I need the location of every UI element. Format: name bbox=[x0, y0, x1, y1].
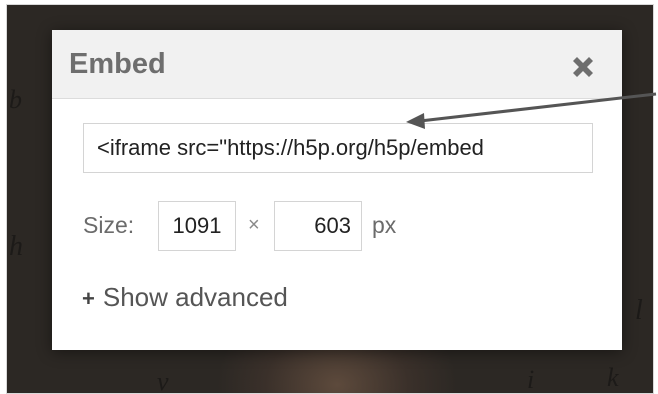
background-glyph: v bbox=[157, 367, 169, 394]
embed-code-field[interactable] bbox=[83, 123, 593, 173]
show-advanced-toggle[interactable]: + Show advanced bbox=[82, 282, 288, 313]
size-label: Size: bbox=[83, 212, 135, 238]
show-advanced-label: Show advanced bbox=[102, 282, 288, 312]
embed-dialog: Embed Size: × px + Show advanced bbox=[52, 30, 622, 350]
background-glyph: b bbox=[9, 85, 22, 114]
height-input[interactable] bbox=[274, 201, 362, 251]
dialog-title: Embed bbox=[69, 48, 166, 80]
plus-icon: + bbox=[82, 286, 95, 311]
background-glyph: i bbox=[527, 365, 535, 394]
screen: b h v l i k Embed Size: × px + Show advan… bbox=[0, 0, 658, 394]
times-sign: × bbox=[248, 214, 260, 236]
close-icon[interactable] bbox=[568, 52, 598, 82]
width-input[interactable] bbox=[158, 201, 236, 251]
background-glyph: l bbox=[635, 295, 643, 326]
dialog-header: Embed bbox=[52, 30, 622, 99]
background-glyph: h bbox=[9, 231, 23, 262]
unit-label: px bbox=[372, 212, 397, 238]
background-glyph: k bbox=[607, 363, 619, 392]
